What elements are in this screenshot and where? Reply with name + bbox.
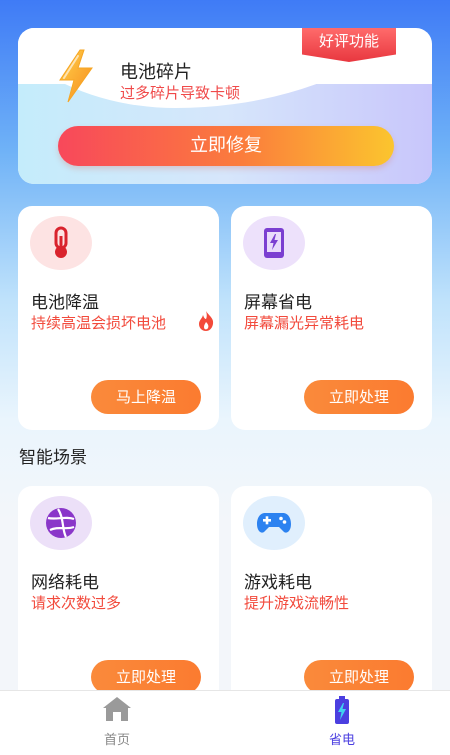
tab-label: 首页 (103, 733, 130, 748)
handle-now-button[interactable]: 立即处理 (304, 380, 414, 414)
card-title: 网络耗电 (31, 573, 99, 593)
network-power-card[interactable]: 网络耗电 请求次数过多 立即处理 (18, 486, 219, 710)
card-description: 请求次数过多 (31, 594, 122, 612)
card-title: 电池碎片 (120, 62, 192, 83)
card-description: 持续高温会损坏电池 (31, 314, 167, 332)
card-title: 屏幕省电 (244, 293, 312, 313)
home-icon (103, 697, 131, 721)
handle-now-button[interactable]: 立即处理 (304, 660, 414, 694)
globe-icon (30, 496, 92, 550)
tab-label: 省电 (328, 733, 355, 748)
lightning-bolt-icon (59, 49, 93, 103)
bottom-tab-bar: 首页 省电 (0, 690, 450, 755)
repair-now-button[interactable]: 立即修复 (58, 126, 394, 166)
smart-scenes-heading: 智能场景 (19, 448, 87, 468)
screen-saving-card[interactable]: 屏幕省电 屏幕漏光异常耗电 立即处理 (231, 206, 432, 430)
card-description: 提升游戏流畅性 (244, 594, 350, 612)
card-description: 屏幕漏光异常耗电 (244, 314, 365, 332)
thermometer-icon (30, 216, 92, 270)
card-title: 电池降温 (31, 293, 99, 313)
card-subtitle: 过多碎片导致卡顿 (120, 84, 241, 102)
tab-home[interactable]: 首页 (57, 691, 177, 755)
phone-charging-icon (243, 216, 305, 270)
battery-cooling-card[interactable]: 电池降温 持续高温会损坏电池 马上降温 (18, 206, 219, 430)
handle-now-button[interactable]: 立即处理 (91, 660, 201, 694)
battery-icon (335, 696, 349, 724)
game-power-card[interactable]: 游戏耗电 提升游戏流畅性 立即处理 (231, 486, 432, 710)
flame-icon (199, 311, 214, 331)
tab-power-saving[interactable]: 省电 (282, 691, 402, 755)
battery-fragment-card: 好评功能 电池碎片 过多碎片导致卡顿 立即修复 (18, 28, 432, 184)
gamepad-icon (243, 496, 305, 550)
card-title: 游戏耗电 (244, 573, 312, 593)
cool-now-button[interactable]: 马上降温 (91, 380, 201, 414)
